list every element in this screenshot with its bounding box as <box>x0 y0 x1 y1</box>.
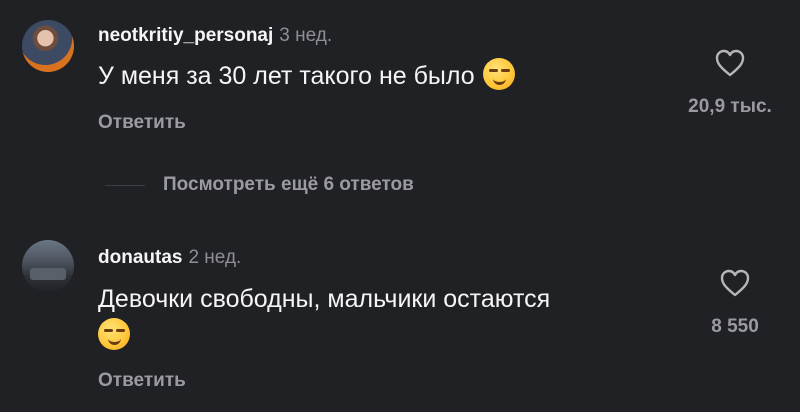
comment-text: Девочки свободны, мальчики остаются <box>98 285 551 313</box>
timestamp: 2 нед. <box>188 247 242 268</box>
heart-icon[interactable] <box>719 268 751 298</box>
comment-text-row: Девочки свободны, мальчики остаются <box>98 282 668 353</box>
smirking-face-icon <box>98 318 130 350</box>
like-count: 8 550 <box>711 316 759 337</box>
like-control: 8 550 <box>690 268 780 338</box>
reply-button[interactable]: Ответить <box>98 370 186 392</box>
comment-2: donautas 2 нед. Девочки свободны, мальчик… <box>0 0 800 412</box>
comment-header: donautas 2 нед. <box>98 246 241 270</box>
avatar[interactable] <box>22 240 74 292</box>
username[interactable]: donautas <box>98 247 182 268</box>
